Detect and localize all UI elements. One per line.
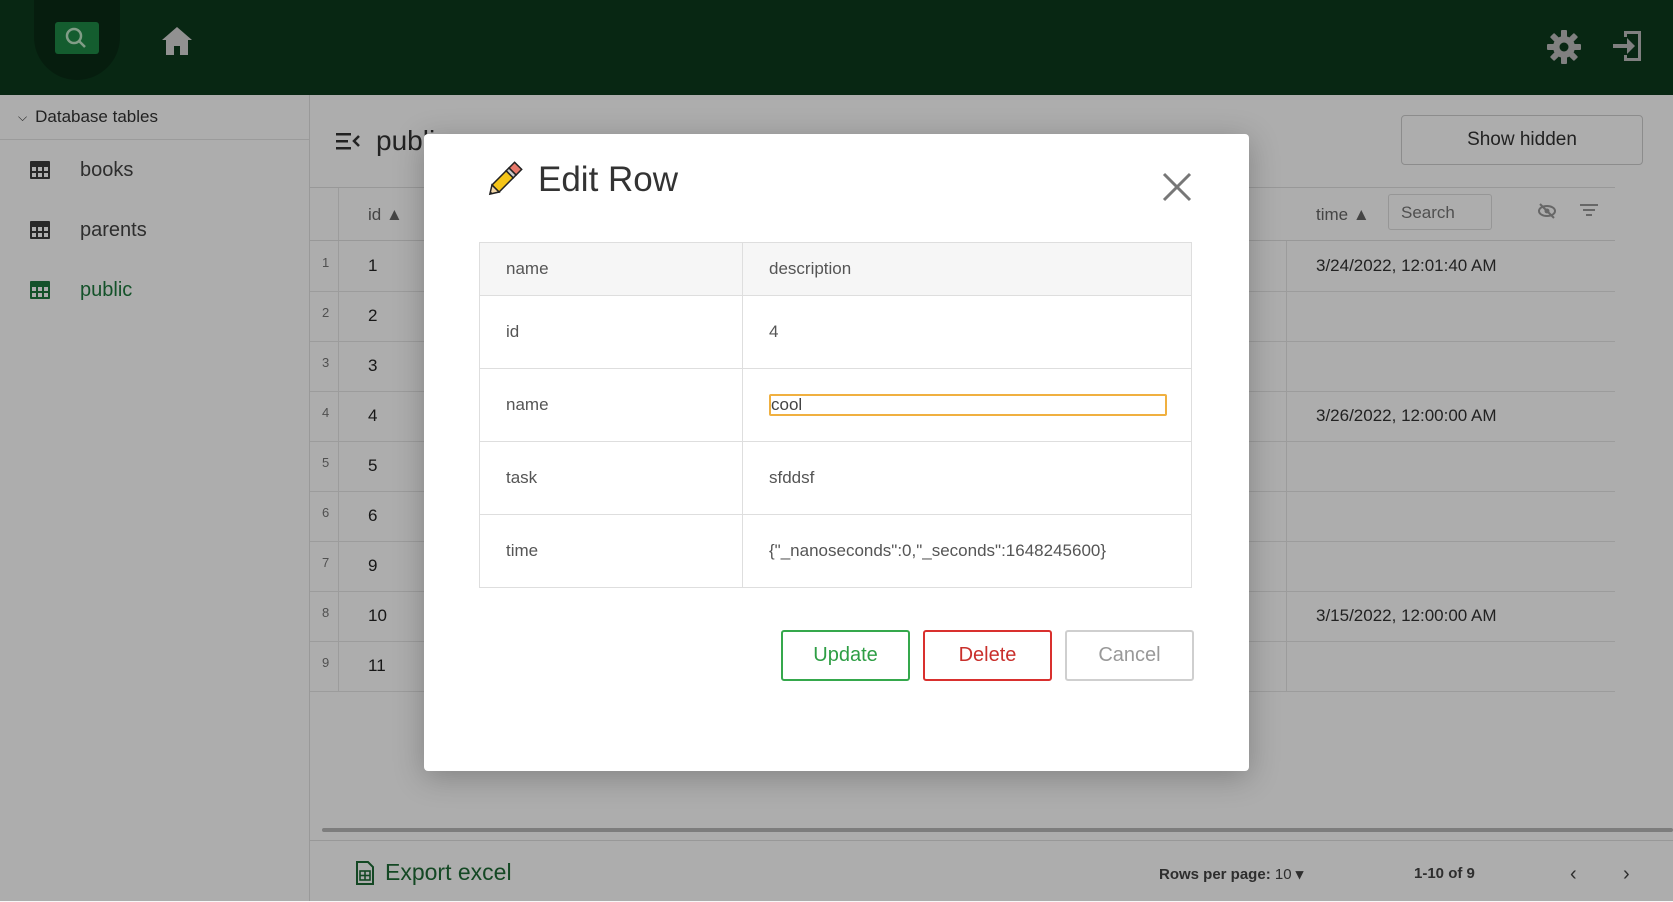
table-row: name (479, 368, 1192, 442)
field-value: sfddsf (742, 441, 1192, 515)
pencil-icon (488, 161, 523, 196)
table-row: id 4 (479, 295, 1192, 369)
dialog-title-text: Edit Row (538, 160, 679, 199)
dialog-title: Edit Row (482, 158, 678, 202)
delete-button[interactable]: Delete (923, 630, 1052, 681)
edit-row-dialog: Edit Row name description id 4 name task… (424, 134, 1249, 771)
edit-fields-table: name description id 4 name task sfddsf t… (479, 242, 1192, 588)
table-header-row: name description (479, 242, 1192, 296)
table-row: time {"_nanoseconds":0,"_seconds":164824… (479, 514, 1192, 588)
cancel-button[interactable]: Cancel (1065, 630, 1194, 681)
field-name: task (479, 441, 743, 515)
field-value: 4 (742, 295, 1192, 369)
header-description: description (742, 242, 1192, 296)
field-name: name (479, 368, 743, 442)
name-input[interactable] (769, 394, 1167, 416)
field-name: id (479, 295, 743, 369)
field-name: time (479, 514, 743, 588)
field-value-cell (742, 368, 1192, 442)
header-name: name (479, 242, 743, 296)
field-value: {"_nanoseconds":0,"_seconds":1648245600} (742, 514, 1192, 588)
close-icon[interactable] (1161, 171, 1193, 203)
table-row: task sfddsf (479, 441, 1192, 515)
update-button[interactable]: Update (781, 630, 910, 681)
